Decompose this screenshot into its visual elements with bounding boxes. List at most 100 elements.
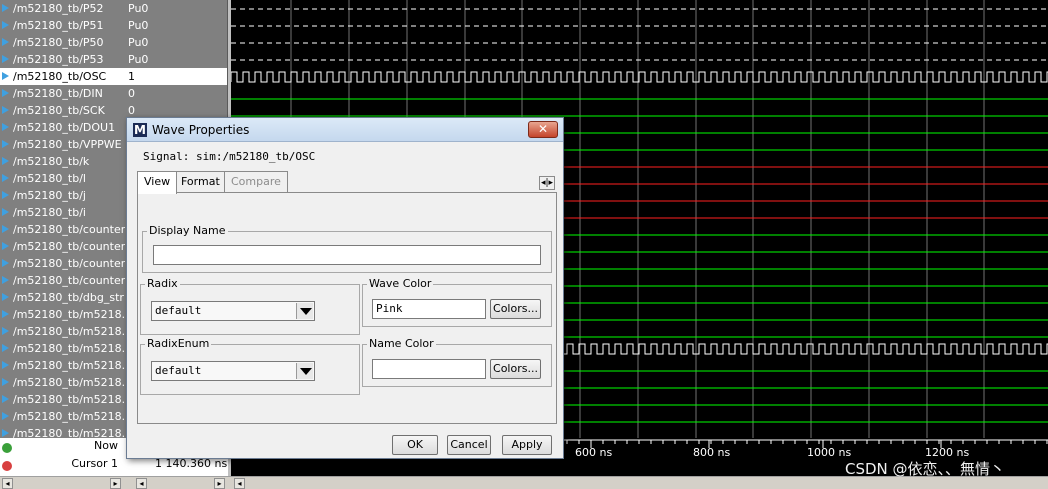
signal-name-label: /m52180_tb/P52 <box>13 2 104 15</box>
signal-name-row[interactable]: /m52180_tb/DIN <box>0 85 125 102</box>
display-name-group: Display Name <box>142 224 552 273</box>
modelsim-logo-icon: M <box>133 123 147 137</box>
signal-name-row[interactable]: /m52180_tb/P52 <box>0 0 125 17</box>
wave-properties-dialog: M Wave Properties ✕ Signal: sim:/m52180_… <box>126 117 564 459</box>
chevron-down-icon[interactable] <box>296 363 313 379</box>
signal-name-row[interactable]: /m52180_tb/i <box>0 204 125 221</box>
signal-arrow-icon <box>2 106 9 114</box>
scroll-left-icon[interactable]: ◂ <box>136 478 147 489</box>
close-button[interactable]: ✕ <box>528 121 558 138</box>
signal-arrow-icon <box>2 276 9 284</box>
signal-name-row[interactable]: /m52180_tb/counter3 <box>0 272 125 289</box>
signal-arrow-icon <box>2 89 9 97</box>
wave-color-group: Wave Color Pink Colors... <box>362 277 552 327</box>
signal-name-label: /m52180_tb/m5218... <box>13 342 125 355</box>
radix-enum-select[interactable]: default <box>151 361 315 381</box>
signal-value-row[interactable]: 0 <box>125 85 227 102</box>
wave-color-legend: Wave Color <box>367 277 434 290</box>
signal-name-row[interactable]: /m52180_tb/m5218... <box>0 306 125 323</box>
signal-name-row[interactable]: /m52180_tb/l <box>0 170 125 187</box>
display-name-input[interactable] <box>153 245 541 265</box>
signal-name-row[interactable]: /m52180_tb/counter5 <box>0 255 125 272</box>
ok-button[interactable]: OK <box>392 435 438 455</box>
signal-name-label: /m52180_tb/j <box>13 189 86 202</box>
scroll-left-icon[interactable]: ◂ <box>234 478 245 489</box>
signal-arrow-icon <box>2 378 9 386</box>
add-cursor-icon[interactable] <box>2 443 12 453</box>
signal-name-row[interactable]: /m52180_tb/SCK <box>0 102 125 119</box>
scroll-left-icon[interactable]: ◂ <box>2 478 13 489</box>
signal-value-row[interactable]: Pu0 <box>125 51 227 68</box>
signal-arrow-icon <box>2 361 9 369</box>
signal-value-row[interactable]: Pu0 <box>125 34 227 51</box>
watermark: CSDN @依恋、、無情丶 <box>845 460 1006 478</box>
signal-name-label: /m52180_tb/m5218... <box>13 308 125 321</box>
wave-color-input[interactable]: Pink <box>372 299 486 319</box>
signal-name-label: /m52180_tb/counter5 <box>13 257 125 270</box>
scroll-right-icon[interactable]: ▸ <box>214 478 225 489</box>
signal-name-row[interactable]: /m52180_tb/OSC <box>0 68 125 85</box>
signal-name-label: /m52180_tb/counter1 <box>13 223 125 236</box>
name-color-input[interactable] <box>372 359 486 379</box>
signal-name-row[interactable]: /m52180_tb/counter1 <box>0 221 125 238</box>
signal-arrow-icon <box>2 4 9 12</box>
ruler-tick-label: 600 ns <box>575 446 612 459</box>
signal-name-row[interactable]: /m52180_tb/P51 <box>0 17 125 34</box>
signal-name-label: /m52180_tb/m5218... <box>13 393 125 406</box>
signal-name-row[interactable]: /m52180_tb/m5218... <box>0 357 125 374</box>
radix-enum-legend: RadixEnum <box>145 337 212 350</box>
now-label: Now <box>94 439 118 452</box>
signal-name-label: /m52180_tb/counter2 <box>13 240 125 253</box>
remove-cursor-icon[interactable] <box>2 461 12 471</box>
signal-name-label: /m52180_tb/DOU1 <box>13 121 116 134</box>
signal-value-label: Pu0 <box>128 19 149 32</box>
signal-name-row[interactable]: /m52180_tb/dbg_str <box>0 289 125 306</box>
signal-arrow-icon <box>2 412 9 420</box>
signal-name-row[interactable]: /m52180_tb/j <box>0 187 125 204</box>
ruler-tick-label: 800 ns <box>693 446 730 459</box>
signal-name-label: /m52180_tb/m5218... <box>13 427 125 438</box>
signal-name-label: /m52180_tb/m5218... <box>13 410 125 423</box>
signal-arrow-icon <box>2 55 9 63</box>
signal-name-label: /m52180_tb/m5218... <box>13 376 125 389</box>
cancel-button[interactable]: Cancel <box>447 435 491 455</box>
signal-arrow-icon <box>2 21 9 29</box>
tab-format[interactable]: Format <box>174 171 227 193</box>
signal-name-row[interactable]: /m52180_tb/P53 <box>0 51 125 68</box>
wave-colors-button[interactable]: Colors... <box>490 299 541 319</box>
signal-value-row[interactable]: Pu0 <box>125 17 227 34</box>
cursor-label: Cursor 1 <box>71 457 118 470</box>
signal-path-label: Signal: sim:/m52180_tb/OSC <box>143 150 316 163</box>
signal-value-label: Pu0 <box>128 2 149 15</box>
radix-select[interactable]: default <box>151 301 315 321</box>
signal-name-row[interactable]: /m52180_tb/m5218... <box>0 374 125 391</box>
signal-arrow-icon <box>2 174 9 182</box>
dialog-titlebar[interactable]: M Wave Properties ✕ <box>127 118 563 142</box>
signal-name-label: /m52180_tb/VPPWE <box>13 138 122 151</box>
scroll-right-icon[interactable]: ▸ <box>110 478 121 489</box>
signal-name-label: /m52180_tb/counter3 <box>13 274 125 287</box>
chevron-down-icon[interactable] <box>296 303 313 319</box>
signal-name-row[interactable]: /m52180_tb/k <box>0 153 125 170</box>
signal-name-row[interactable]: /m52180_tb/m5218... <box>0 340 125 357</box>
signal-name-row[interactable]: /m52180_tb/m5218... <box>0 408 125 425</box>
signal-value-row[interactable]: Pu0 <box>125 0 227 17</box>
signal-name-row[interactable]: /m52180_tb/P50 <box>0 34 125 51</box>
signal-value-row[interactable]: 1 <box>125 68 227 85</box>
signal-name-row[interactable]: /m52180_tb/m5218... <box>0 391 125 408</box>
signal-name-row[interactable]: /m52180_tb/m5218... <box>0 323 125 340</box>
tab-scroll-icon[interactable]: ◂|▸ <box>539 176 555 190</box>
tab-view[interactable]: View <box>137 171 178 194</box>
name-color-group: Name Color Colors... <box>362 337 552 387</box>
signal-arrow-icon <box>2 310 9 318</box>
name-color-legend: Name Color <box>367 337 436 350</box>
signal-arrow-icon <box>2 140 9 148</box>
name-colors-button[interactable]: Colors... <box>490 359 541 379</box>
signal-name-row[interactable]: /m52180_tb/m5218... <box>0 425 125 438</box>
signal-name-row[interactable]: /m52180_tb/counter2 <box>0 238 125 255</box>
signal-name-row[interactable]: /m52180_tb/DOU1 <box>0 119 125 136</box>
apply-button[interactable]: Apply <box>502 435 552 455</box>
signal-name-row[interactable]: /m52180_tb/VPPWE <box>0 136 125 153</box>
signal-arrow-icon <box>2 259 9 267</box>
dialog-title: Wave Properties <box>152 123 250 137</box>
